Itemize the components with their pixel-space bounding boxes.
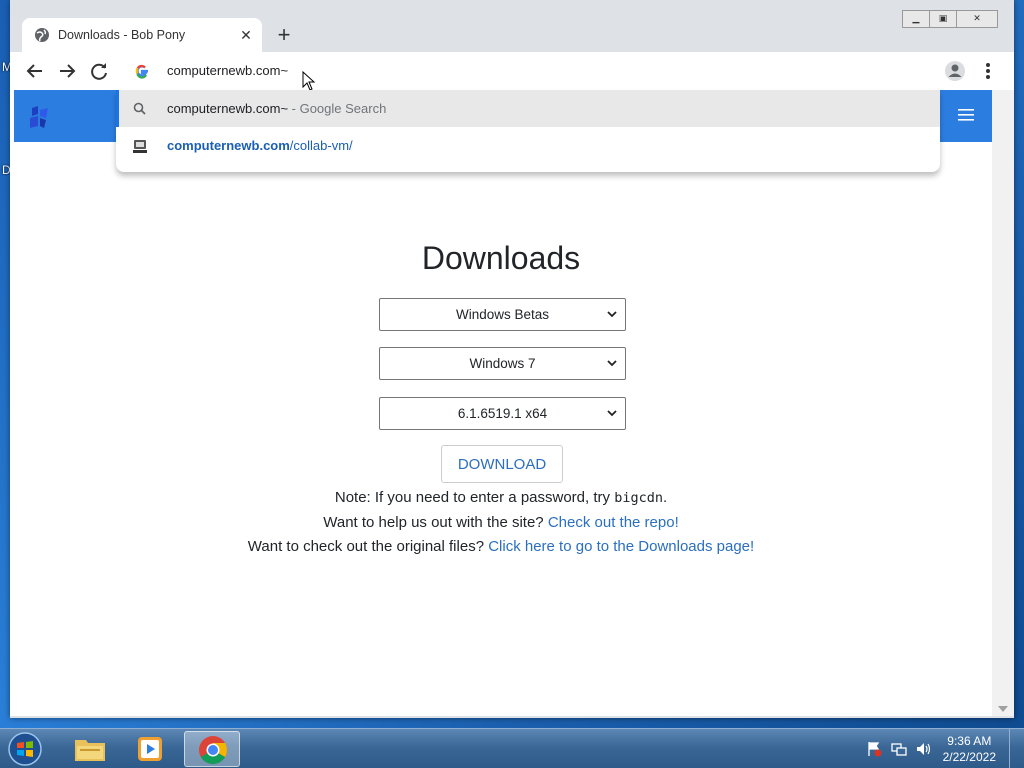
password-code: bigcdn (614, 490, 663, 506)
media-player-icon (138, 737, 162, 761)
taskbar-chrome[interactable] (184, 731, 240, 767)
mouse-cursor-icon (302, 71, 316, 91)
start-button-icon[interactable] (6, 731, 44, 767)
new-tab-button[interactable]: + (272, 24, 296, 48)
downloads-line: Want to check out the original files? Cl… (10, 538, 992, 555)
download-button[interactable]: DOWNLOAD (441, 445, 563, 483)
back-arrow-icon[interactable] (24, 60, 46, 82)
downloads-text: Want to check out the original files? (247, 538, 489, 555)
address-input[interactable]: computernewb.com~ (167, 63, 288, 78)
close-window-button[interactable]: ✕ (956, 10, 998, 28)
scroll-down-arrow-icon[interactable] (998, 706, 1008, 712)
version-select[interactable]: Windows 7 (379, 347, 626, 380)
suggestion-query: computernewb.com~ (167, 101, 289, 116)
show-desktop-button[interactable] (1009, 729, 1024, 768)
close-tab-icon[interactable]: ✕ (234, 27, 258, 44)
hamburger-menu-icon[interactable] (958, 108, 974, 122)
minimize-button[interactable]: ▁ (902, 10, 930, 28)
suggestion-path: /collab-vm/ (289, 138, 353, 153)
system-clock[interactable]: 9:36 AM 2/22/2022 (943, 733, 996, 765)
category-select-value: Windows Betas (455, 307, 550, 322)
password-note: Note: If you need to enter a password, t… (10, 489, 992, 506)
clock-date: 2/22/2022 (942, 750, 996, 764)
folder-icon (75, 740, 105, 761)
tab-title: Downloads - Bob Pony (58, 28, 186, 42)
profile-icon[interactable] (944, 60, 966, 82)
menu-kebab-icon[interactable] (982, 60, 994, 82)
browser-window: Downloads - Bob Pony ✕ + ▁ ▣ ✕ computern… (10, 0, 1014, 718)
suggestion-suffix: - Google Search (288, 101, 387, 116)
address-bar[interactable]: computernewb.com~ (116, 52, 940, 91)
chevron-down-icon (607, 311, 617, 318)
omnibox-suggestions: computernewb.com~ - Google Search comput… (116, 90, 940, 172)
search-icon (133, 102, 146, 115)
chrome-icon (199, 736, 227, 764)
action-center-icon[interactable] (866, 741, 882, 757)
window-controls: ▁ ▣ ✕ (902, 10, 998, 28)
build-select-value: 6.1.6519.1 x64 (457, 406, 548, 421)
note-text: Note: If you need to enter a password, t… (334, 489, 615, 506)
site-favicon-icon (133, 139, 147, 153)
taskbar-media-player[interactable] (122, 731, 178, 767)
suggestion-domain: computernewb.com (167, 138, 290, 153)
taskbar: 9:36 AM 2/22/2022 (0, 728, 1024, 768)
build-select[interactable]: 6.1.6519.1 x64 (379, 397, 626, 430)
version-select-value: Windows 7 (469, 356, 536, 371)
clock-time: 9:36 AM (947, 734, 992, 748)
downloads-page-link[interactable]: Click here to go to the Downloads page! (488, 538, 754, 555)
site-logo-icon[interactable] (26, 104, 52, 130)
suggestion-search[interactable]: computernewb.com~ - Google Search (116, 90, 940, 127)
repo-link[interactable]: Check out the repo! (548, 514, 679, 531)
note-period: . (662, 489, 668, 506)
vertical-scrollbar[interactable] (992, 90, 1014, 716)
web-page: Downloads Windows Betas Windows 7 6.1.65… (10, 90, 992, 716)
repo-text: Want to help us out with the site? (323, 514, 548, 531)
chevron-down-icon (607, 410, 617, 417)
category-select[interactable]: Windows Betas (379, 298, 626, 331)
suggestion-url[interactable]: computernewb.com/collab-vm/ (116, 127, 940, 164)
forward-arrow-icon[interactable] (56, 60, 78, 82)
maximize-button[interactable]: ▣ (929, 10, 957, 28)
tab-strip: Downloads - Bob Pony ✕ + ▁ ▣ ✕ (10, 0, 1014, 52)
tab-downloads[interactable]: Downloads - Bob Pony ✕ (22, 18, 262, 52)
repo-line: Want to help us out with the site? Check… (10, 514, 992, 531)
page-title: Downloads (421, 240, 581, 276)
reload-icon[interactable] (88, 60, 110, 82)
network-icon[interactable] (891, 741, 907, 757)
volume-icon[interactable] (915, 741, 931, 757)
taskbar-explorer[interactable] (62, 731, 118, 767)
google-icon (135, 64, 148, 79)
chevron-down-icon (607, 360, 617, 367)
globe-icon (35, 28, 49, 42)
